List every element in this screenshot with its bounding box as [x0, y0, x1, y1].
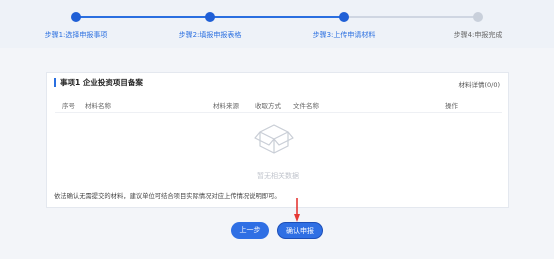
- col-method: 收取方式: [255, 102, 281, 110]
- step-4-dot: [473, 12, 483, 22]
- materials-note: 依法确认无需提交的材料，建议单位可结合项目实际情况对应上传情况说明即可。: [54, 193, 281, 200]
- col-name: 材料名称: [85, 102, 111, 110]
- panel-title: 事项1 企业投资项目备案: [54, 78, 143, 87]
- pointer-arrow-icon: [294, 198, 300, 222]
- col-file: 文件名称: [293, 102, 319, 110]
- empty-box-icon: [254, 124, 294, 154]
- col-index: 序号: [62, 102, 75, 110]
- stepper-track-pending: [344, 16, 478, 18]
- step-3-label: 步骤3:上传申请材料: [312, 31, 376, 39]
- step-3-dot: [339, 12, 349, 22]
- col-action: 操作: [445, 102, 458, 110]
- step-1-label: 步骤1:选择申报事项: [44, 31, 108, 39]
- step-2-label: 步骤2:填报申报表格: [178, 31, 242, 39]
- previous-step-button[interactable]: 上一步: [231, 222, 269, 239]
- step-4-label: 步骤4:申报完成: [453, 31, 503, 39]
- col-source: 材料来源: [213, 102, 239, 110]
- table-header: 序号 材料名称 材料来源 收取方式 文件名称 操作: [55, 95, 502, 113]
- confirm-submit-button[interactable]: 确认申报: [277, 222, 323, 239]
- empty-state-text: 暂无相关数据: [257, 172, 299, 180]
- materials-panel: 事项1 企业投资项目备案 材料详情(0/0) 序号 材料名称 材料来源 收取方式…: [46, 72, 509, 208]
- step-2-dot: [205, 12, 215, 22]
- progress-stepper: 步骤1:选择申报事项 步骤2:填报申报表格 步骤3:上传申请材料 步骤4:申报完…: [0, 0, 554, 48]
- step-1-dot: [71, 12, 81, 22]
- materials-detail-link[interactable]: 材料详情(0/0): [458, 79, 500, 89]
